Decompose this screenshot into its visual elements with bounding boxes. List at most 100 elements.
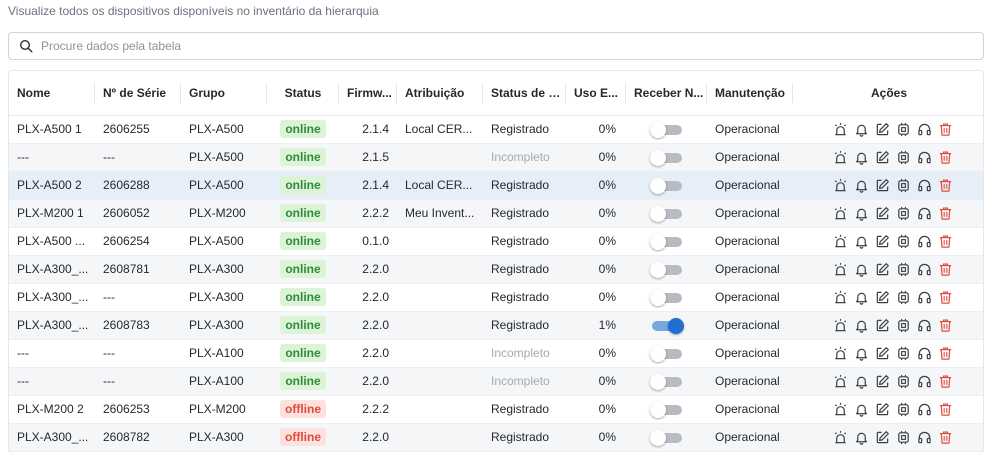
column-header-status[interactable]: Status — [267, 71, 339, 116]
notifications-button[interactable] — [853, 373, 870, 390]
edit-button[interactable] — [874, 121, 891, 138]
alarm-button[interactable] — [832, 373, 849, 390]
table-row[interactable]: PLX-A300_... 2608782 PLX-A300 offline 2.2.0 R… — [9, 423, 983, 452]
column-header-atribuicao[interactable]: Atribuição — [397, 71, 483, 116]
edit-button[interactable] — [874, 317, 891, 334]
table-row[interactable]: PLX-A500 2 2606288 PLX-A500 online 2.1.4 Loca… — [9, 171, 983, 200]
notifications-button[interactable] — [853, 261, 870, 278]
table-row[interactable]: --- --- PLX-A500 online 2.1.5 Incompleto 0% Ope… — [9, 143, 983, 172]
support-button[interactable] — [916, 373, 933, 390]
support-button[interactable] — [916, 121, 933, 138]
delete-button[interactable] — [937, 149, 954, 166]
column-header-grupo[interactable]: Grupo — [181, 71, 267, 116]
delete-button[interactable] — [937, 289, 954, 306]
column-header-nome[interactable]: Nome — [9, 71, 95, 116]
table-row[interactable]: PLX-A300_... --- PLX-A300 online 2.2.0 Regist… — [9, 283, 983, 312]
search-bar[interactable] — [8, 32, 984, 60]
firmware-button[interactable] — [895, 373, 912, 390]
edit-button[interactable] — [874, 401, 891, 418]
column-header-serie[interactable]: Nº de Série — [95, 71, 181, 116]
edit-button[interactable] — [874, 177, 891, 194]
table-row[interactable]: PLX-A500 1 2606255 PLX-A500 online 2.1.4 Loca… — [9, 115, 983, 144]
notifications-button[interactable] — [853, 317, 870, 334]
column-header-manutencao[interactable]: Manutenção — [707, 71, 793, 116]
delete-button[interactable] — [937, 177, 954, 194]
notifications-button[interactable] — [853, 429, 870, 446]
edit-button[interactable] — [874, 149, 891, 166]
edit-button[interactable] — [874, 233, 891, 250]
notifications-button[interactable] — [853, 205, 870, 222]
table-row[interactable]: PLX-A300_... 2608783 PLX-A300 online 2.2.0 Re… — [9, 311, 983, 340]
notification-toggle[interactable] — [649, 289, 682, 306]
notification-toggle[interactable] — [649, 233, 682, 250]
support-button[interactable] — [916, 205, 933, 222]
firmware-button[interactable] — [895, 121, 912, 138]
delete-button[interactable] — [937, 429, 954, 446]
alarm-button[interactable] — [832, 401, 849, 418]
delete-button[interactable] — [937, 261, 954, 278]
delete-button[interactable] — [937, 401, 954, 418]
alarm-button[interactable] — [832, 177, 849, 194]
table-row[interactable]: --- --- PLX-A100 online 2.2.0 Incompleto 0% Ope… — [9, 339, 983, 368]
support-button[interactable] — [916, 345, 933, 362]
edit-button[interactable] — [874, 429, 891, 446]
support-button[interactable] — [916, 233, 933, 250]
edit-button[interactable] — [874, 289, 891, 306]
firmware-button[interactable] — [895, 401, 912, 418]
notifications-button[interactable] — [853, 289, 870, 306]
column-header-status-registro[interactable]: Status de R... — [483, 71, 566, 116]
notification-toggle[interactable] — [649, 121, 682, 138]
alarm-button[interactable] — [832, 429, 849, 446]
notifications-button[interactable] — [853, 121, 870, 138]
firmware-button[interactable] — [895, 261, 912, 278]
column-header-firmware[interactable]: Firmw... — [339, 71, 397, 116]
notification-toggle[interactable] — [649, 261, 682, 278]
table-row[interactable]: --- --- PLX-A100 online 2.2.0 Incompleto 0% Ope… — [9, 367, 983, 396]
firmware-button[interactable] — [895, 233, 912, 250]
notifications-button[interactable] — [853, 177, 870, 194]
table-row[interactable]: PLX-A300_... 2608781 PLX-A300 online 2.2.0 Re… — [9, 255, 983, 284]
notifications-button[interactable] — [853, 149, 870, 166]
firmware-button[interactable] — [895, 205, 912, 222]
notification-toggle[interactable] — [649, 149, 682, 166]
search-input[interactable] — [41, 39, 941, 53]
notification-toggle[interactable] — [651, 317, 684, 334]
table-row[interactable]: PLX-M200 2 2606253 PLX-M200 offline 2.2.2 Reg… — [9, 395, 983, 424]
edit-button[interactable] — [874, 205, 891, 222]
notification-toggle[interactable] — [649, 373, 682, 390]
column-header-uso[interactable]: Uso E... — [566, 71, 626, 116]
column-header-receber[interactable]: Receber N... — [626, 71, 707, 116]
support-button[interactable] — [916, 261, 933, 278]
delete-button[interactable] — [937, 317, 954, 334]
delete-button[interactable] — [937, 233, 954, 250]
table-row[interactable]: PLX-M200 1 2606052 PLX-M200 online 2.2.2 Meu … — [9, 199, 983, 228]
firmware-button[interactable] — [895, 317, 912, 334]
firmware-button[interactable] — [895, 177, 912, 194]
firmware-button[interactable] — [895, 429, 912, 446]
notification-toggle[interactable] — [649, 345, 682, 362]
edit-button[interactable] — [874, 373, 891, 390]
notification-toggle[interactable] — [649, 401, 682, 418]
edit-button[interactable] — [874, 261, 891, 278]
alarm-button[interactable] — [832, 149, 849, 166]
alarm-button[interactable] — [832, 345, 849, 362]
table-row[interactable]: PLX-A500 ... 2606254 PLX-A500 online 0.1.0 Re… — [9, 227, 983, 256]
firmware-button[interactable] — [895, 149, 912, 166]
notifications-button[interactable] — [853, 233, 870, 250]
alarm-button[interactable] — [832, 233, 849, 250]
support-button[interactable] — [916, 401, 933, 418]
notifications-button[interactable] — [853, 401, 870, 418]
notification-toggle[interactable] — [649, 177, 682, 194]
delete-button[interactable] — [937, 373, 954, 390]
delete-button[interactable] — [937, 121, 954, 138]
support-button[interactable] — [916, 289, 933, 306]
edit-button[interactable] — [874, 345, 891, 362]
alarm-button[interactable] — [832, 317, 849, 334]
firmware-button[interactable] — [895, 289, 912, 306]
delete-button[interactable] — [937, 345, 954, 362]
delete-button[interactable] — [937, 205, 954, 222]
notification-toggle[interactable] — [649, 429, 682, 446]
alarm-button[interactable] — [832, 205, 849, 222]
notification-toggle[interactable] — [649, 205, 682, 222]
alarm-button[interactable] — [832, 121, 849, 138]
